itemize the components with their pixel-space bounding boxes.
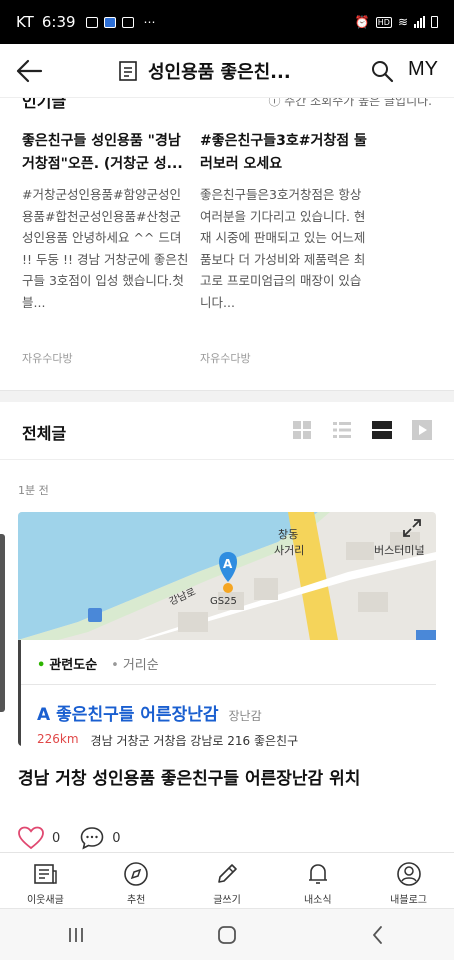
map-label: 사거리 (274, 544, 305, 557)
recent-apps-icon[interactable] (64, 923, 88, 947)
tab-write[interactable]: 글쓰기 (182, 853, 273, 908)
tab-label: 추천 (126, 895, 146, 906)
comment-count: 0 (112, 830, 121, 846)
place-distance: 226km (37, 732, 79, 746)
sort-distance[interactable]: 거리순 (111, 654, 159, 673)
list-view-icon[interactable] (332, 420, 352, 440)
notification-icons: ⋯ (85, 15, 156, 29)
title-area[interactable]: 성인용품 좋은친... (118, 58, 291, 84)
search-icon[interactable] (370, 59, 394, 83)
clock: 6:39 (41, 13, 76, 31)
edge-panel-handle[interactable] (0, 534, 5, 712)
carrier-label: KT (16, 13, 34, 31)
home-icon[interactable] (215, 923, 239, 947)
place-marker-letter: A (37, 705, 51, 725)
popular-card-excerpt: 좋은친구들은3호거창점은 항상 여러분을 기다리고 있습니다. 현재 시중에 판… (200, 187, 366, 310)
pencil-icon (218, 864, 237, 883)
app-header: 성인용품 좋은친... MY (0, 44, 454, 98)
card-view-icon[interactable] (372, 420, 392, 440)
map-place-info: 관련도순 거리순 A 좋은친구들 어른장난감 장난감 226km 경남 거창군 … (18, 640, 436, 746)
app-notification-icon (103, 16, 116, 28)
tab-my-blog[interactable]: 내블로그 (363, 853, 454, 908)
wifi-icon: ≋ (397, 15, 408, 29)
tab-label: 글쓰기 (213, 895, 241, 906)
sort-options: 관련도순 거리순 (37, 654, 159, 673)
view-mode-switcher (292, 420, 432, 440)
place-address: 경남 거창군 거창읍 강남로 216 좋은친구 (90, 734, 299, 746)
popular-card-title: 좋은친구들 성인용품 "경남 거창점"오픈. (거창군 성... (22, 133, 183, 172)
gallery-notification-icon (85, 16, 98, 28)
popular-posts-section: 인기글 ⓘ 주간 조회수가 높은 글입니다. 좋은친구들 성인용품 "경남 거창… (0, 98, 454, 390)
popular-card-excerpt: #거창군성인용품#함양군성인용품#합천군성인용품#산청군성인용품 안녕하세요 ^… (22, 187, 189, 310)
comment-icon[interactable] (80, 826, 104, 850)
map-label: 버스터미널 (374, 544, 425, 557)
profile-icon (396, 862, 421, 886)
tab-neighbor-posts[interactable]: 이웃새글 (0, 853, 91, 908)
map-label: GS25 (210, 596, 237, 607)
all-posts-header: 전체글 (0, 402, 454, 460)
expand-icon[interactable] (402, 518, 422, 538)
post-actions: 0 0 (18, 826, 121, 850)
system-back-icon[interactable] (366, 923, 390, 947)
popular-card-category: 자유수다방 (200, 352, 251, 365)
tab-label: 이웃새글 (26, 895, 64, 906)
post-title[interactable]: 경남 거창 성인용품 좋은친구들 어른장난감 위치 (18, 764, 360, 789)
address-row: 226km 경남 거창군 거창읍 강남로 216 좋은친구 (37, 732, 298, 746)
popular-card-category: 자유수다방 (22, 352, 73, 365)
map-pin-letter: A (223, 557, 233, 571)
map-label: 창동 (278, 528, 299, 541)
grid-view-icon[interactable] (292, 420, 312, 440)
popular-heading: 인기글 (22, 98, 67, 111)
my-button[interactable]: MY (408, 58, 438, 81)
video-view-icon[interactable] (412, 420, 432, 440)
map-image[interactable] (18, 512, 436, 640)
tab-label: 내소식 (303, 895, 332, 906)
feed-icon (34, 864, 58, 884)
compass-icon (124, 862, 148, 886)
place-name: 좋은친구들 어른장난감 (56, 705, 219, 725)
heart-icon[interactable] (18, 826, 44, 850)
system-icons: ⏰ HD ≋ (355, 15, 438, 29)
tab-notifications[interactable]: 내소식 (272, 853, 363, 908)
post-time: 1분 전 (18, 484, 49, 497)
info-divider (21, 684, 436, 685)
like-count: 0 (52, 830, 61, 846)
bottom-tab-bar: 이웃새글 추천 글쓰기 내소식 내블로그 (0, 852, 454, 908)
popular-info-note: ⓘ 주간 조회수가 높은 글입니다. (268, 98, 432, 108)
place-category: 장난감 (228, 709, 262, 723)
more-notifications-icon: ⋯ (143, 15, 156, 29)
tab-recommend[interactable]: 추천 (91, 853, 182, 908)
back-arrow-icon[interactable] (14, 57, 44, 85)
status-bar: KT 6:39 ⋯ ⏰ HD ≋ (0, 0, 454, 44)
page-title: 성인용품 좋은친... (148, 62, 291, 83)
popular-card[interactable]: #좋은친구들3호#거창점 둘러보러 오세요 좋은친구들은3호거창점은 항상 여러… (200, 130, 370, 314)
tab-label: 내블로그 (390, 895, 427, 906)
popular-card-title: #좋은친구들3호#거창점 둘러보러 오세요 (200, 133, 367, 172)
shopping-notification-icon (121, 16, 134, 28)
map-embed-card[interactable]: 창동 사거리 버스터미널 강남로 GS25 A 관련도순 거리순 A 좋은친구들… (18, 512, 436, 746)
all-posts-heading: 전체글 (22, 424, 67, 443)
hd-icon: HD (375, 16, 392, 28)
popular-card[interactable]: 좋은친구들 성인용품 "경남 거창점"오픈. (거창군 성... #거창군성인용… (22, 130, 192, 314)
section-divider (0, 390, 454, 402)
place-row[interactable]: A 좋은친구들 어른장난감 장난감 (37, 700, 262, 725)
bell-icon (308, 864, 327, 884)
document-icon (119, 61, 137, 81)
signal-icon (414, 16, 425, 28)
battery-icon (431, 16, 438, 28)
sort-relevance[interactable]: 관련도순 (37, 654, 97, 673)
system-nav-bar (0, 908, 454, 960)
alarm-icon: ⏰ (354, 15, 370, 29)
